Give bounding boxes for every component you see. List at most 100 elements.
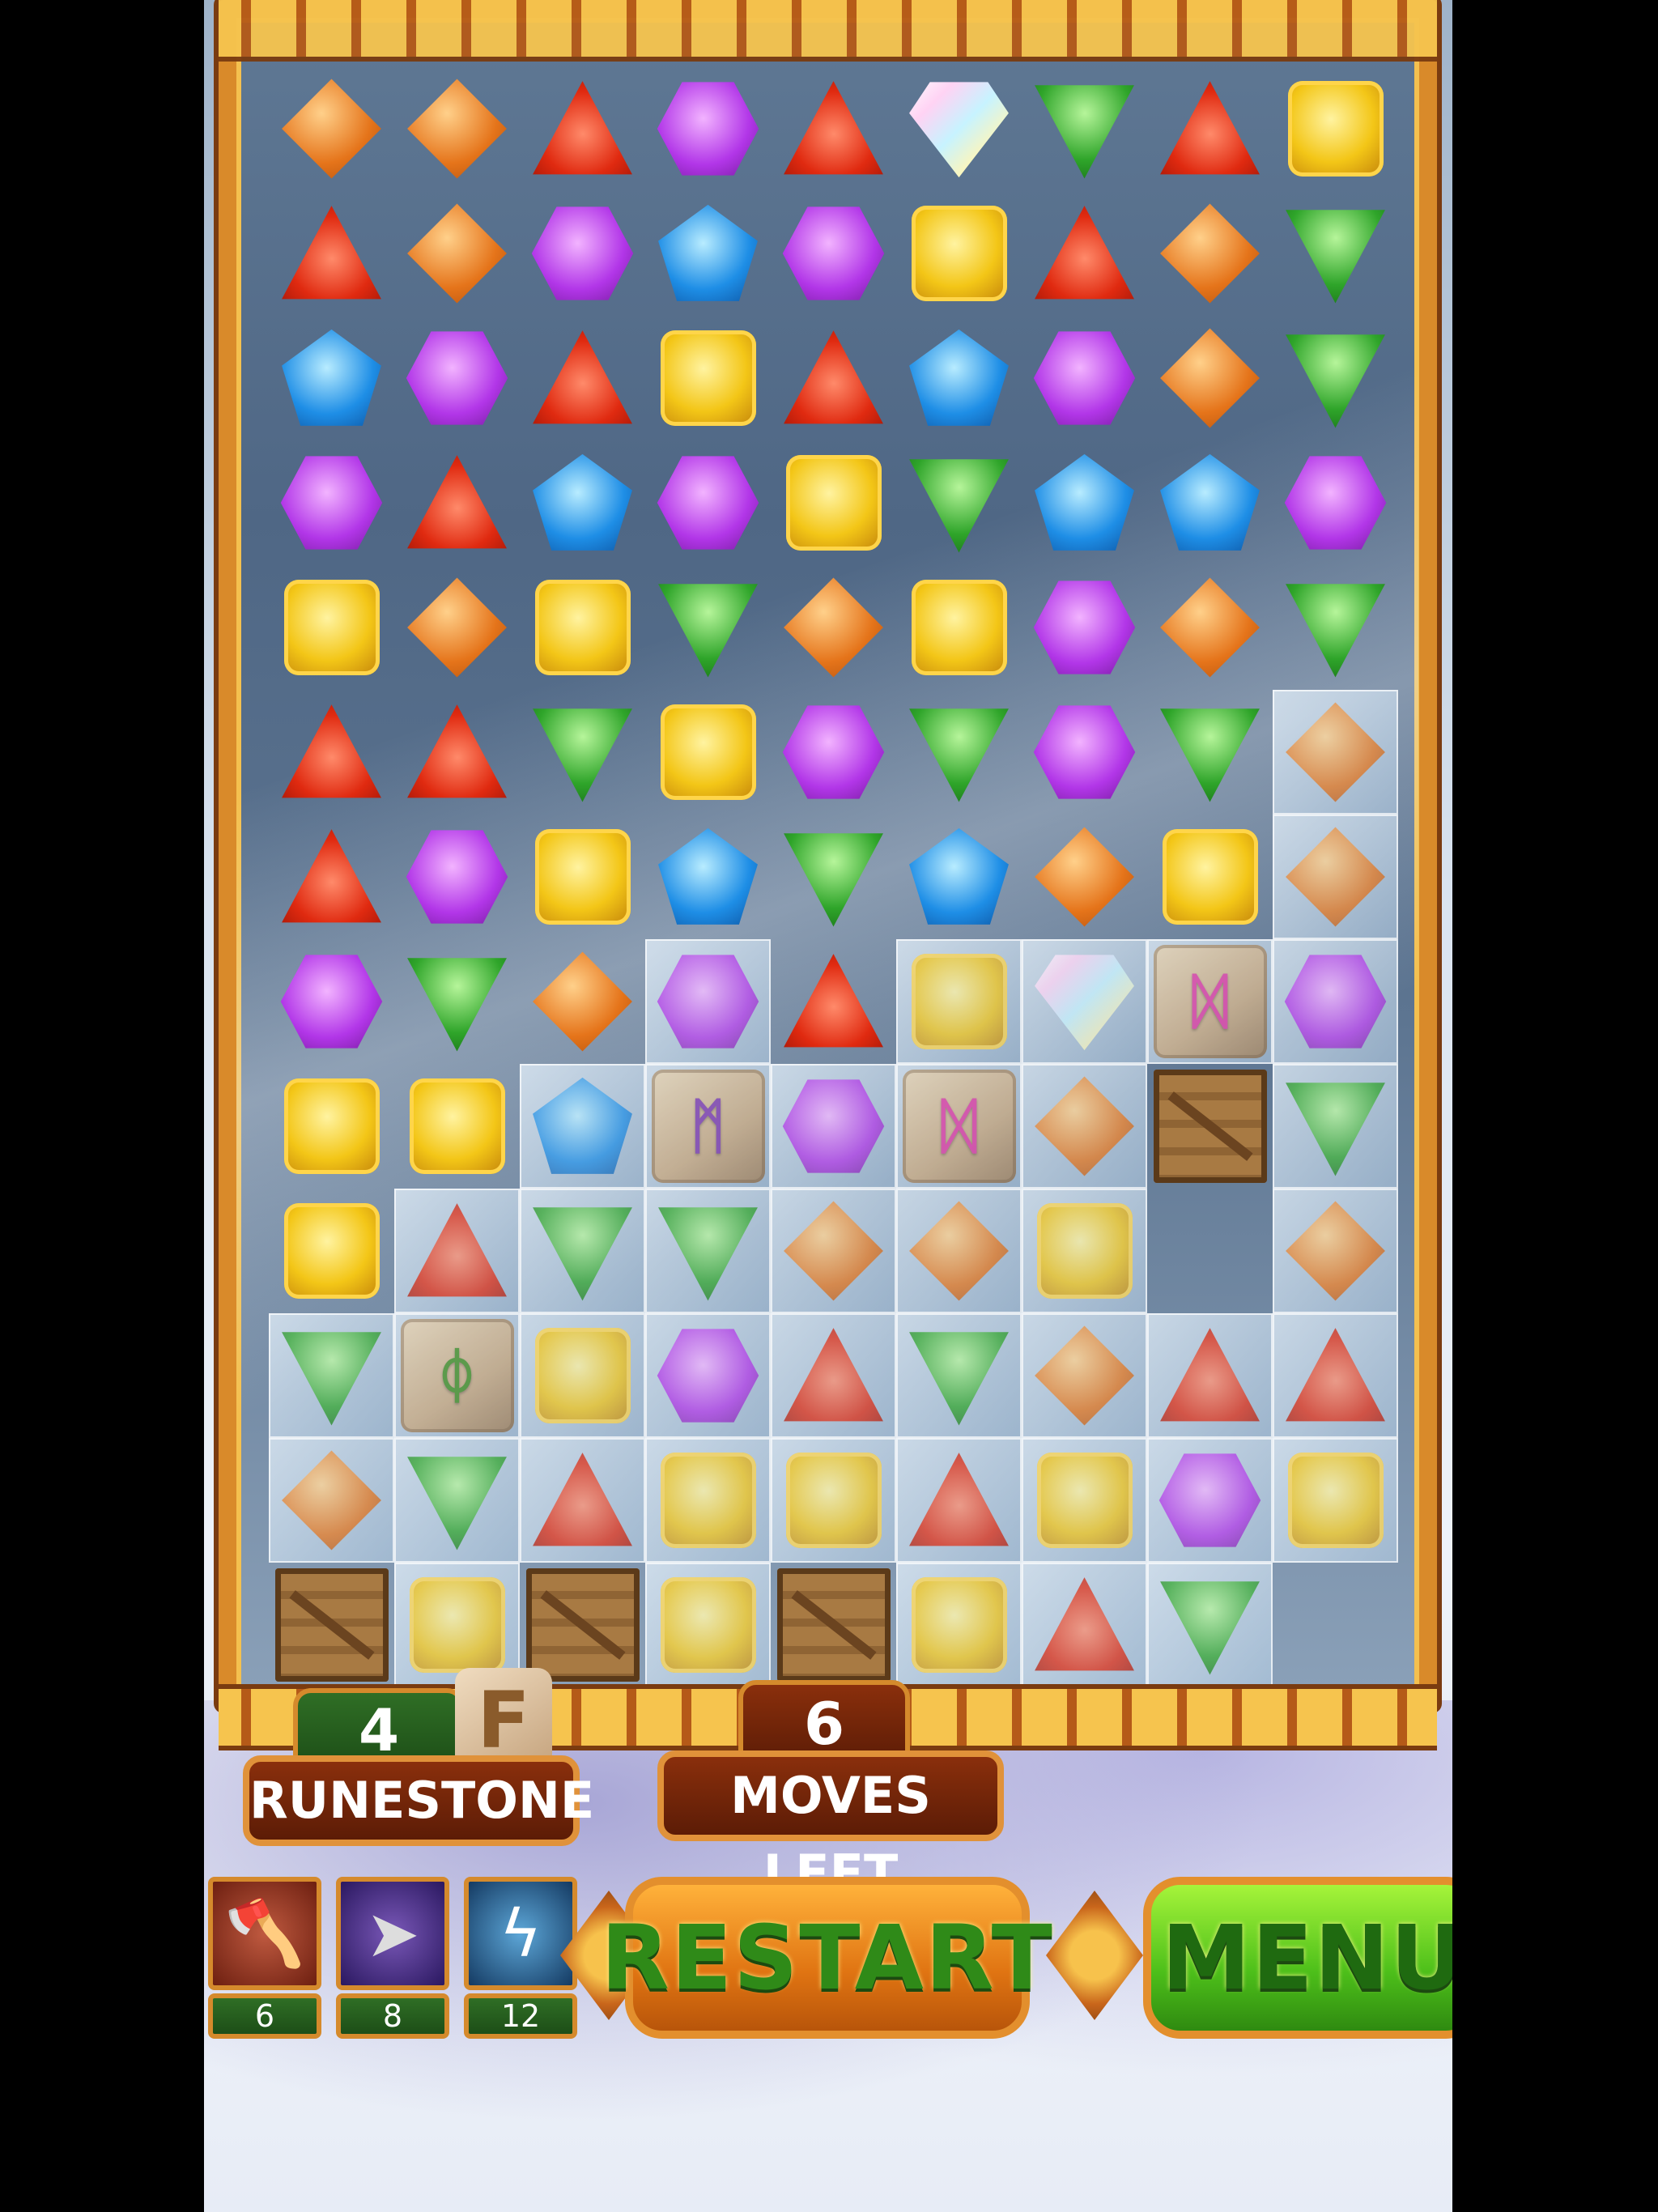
board-cell[interactable] [1022,66,1147,191]
board-cell[interactable] [269,191,394,316]
board-cell[interactable] [896,316,1022,440]
ice-cell[interactable] [896,1189,1022,1313]
board-cell[interactable] [1273,440,1398,565]
board-cell[interactable] [269,939,394,1064]
board-cell[interactable] [520,316,645,440]
board-cell[interactable] [896,565,1022,690]
board-cell[interactable] [645,565,771,690]
ice-cell[interactable]: ᛰ [394,1313,520,1438]
board-cell[interactable] [771,66,896,191]
board-cell[interactable] [1022,440,1147,565]
board-cell[interactable] [1022,690,1147,815]
board-cell[interactable] [771,191,896,316]
board-cell[interactable] [520,440,645,565]
ice-cell[interactable] [896,1438,1022,1563]
board-cell[interactable] [394,191,520,316]
ice-cell[interactable] [520,1189,645,1313]
ice-cell[interactable] [1022,1189,1147,1313]
board-cell[interactable] [1273,316,1398,440]
board-cell[interactable] [269,815,394,939]
board-cell[interactable] [394,939,520,1064]
ice-cell[interactable] [1022,1438,1147,1563]
ice-cell[interactable] [269,1313,394,1438]
board-cell[interactable] [771,939,896,1064]
board-cell[interactable] [269,1064,394,1189]
ice-cell[interactable] [1273,690,1398,815]
ice-cell[interactable] [1022,1313,1147,1438]
board-cell[interactable] [269,565,394,690]
ice-cell[interactable] [520,1438,645,1563]
ice-cell[interactable] [1273,1064,1398,1189]
board-cell[interactable] [269,1563,394,1687]
arrow-powerup[interactable]: ➤ 8 [336,1877,449,2044]
ice-cell[interactable] [520,1313,645,1438]
ice-cell[interactable]: ᛞ [1147,939,1273,1064]
board-cell[interactable] [1147,66,1273,191]
board-cell[interactable] [771,690,896,815]
board-cell[interactable] [645,815,771,939]
ice-cell[interactable] [1022,939,1147,1064]
ice-cell[interactable] [645,1563,771,1687]
board-cell[interactable] [394,690,520,815]
ice-cell[interactable] [394,1189,520,1313]
board-cell[interactable] [520,565,645,690]
board-cell[interactable] [1147,316,1273,440]
board-cell[interactable] [645,690,771,815]
board-cell[interactable] [520,815,645,939]
ice-cell[interactable] [896,1563,1022,1687]
ice-cell[interactable] [1022,1064,1147,1189]
board-cell[interactable] [1273,565,1398,690]
ice-cell[interactable] [645,939,771,1064]
board-cell[interactable] [896,191,1022,316]
ice-cell[interactable]: ᛞ [896,1064,1022,1189]
board-cell[interactable] [394,440,520,565]
ice-cell[interactable]: ᛗ [645,1064,771,1189]
ice-cell[interactable] [771,1189,896,1313]
board-cell[interactable] [645,191,771,316]
board-cell[interactable] [520,66,645,191]
ice-cell[interactable] [1147,1438,1273,1563]
lightning-powerup[interactable]: ϟ 12 [464,1877,577,2044]
board-cell[interactable] [771,316,896,440]
board-cell[interactable] [394,66,520,191]
board-cell[interactable] [771,440,896,565]
ice-cell[interactable] [1273,939,1398,1064]
board-cell[interactable] [1273,191,1398,316]
ice-cell[interactable] [645,1189,771,1313]
board-cell[interactable] [394,815,520,939]
ice-cell[interactable] [645,1313,771,1438]
ice-cell[interactable] [520,1064,645,1189]
ice-cell[interactable] [1022,1563,1147,1687]
board-cell[interactable] [269,440,394,565]
ice-cell[interactable] [1273,1313,1398,1438]
gem-grid[interactable]: ᛞ ᛗ ᛞ ᛰ [269,66,1398,1687]
board-cell[interactable] [269,66,394,191]
board-cell[interactable] [1147,440,1273,565]
ice-cell[interactable] [771,1438,896,1563]
board-cell[interactable] [896,690,1022,815]
board-cell[interactable] [771,1563,896,1687]
board-cell[interactable] [645,316,771,440]
board-cell[interactable] [520,191,645,316]
board-cell[interactable] [394,565,520,690]
board-cell[interactable] [1147,565,1273,690]
board-cell[interactable] [771,565,896,690]
board-cell[interactable] [1022,191,1147,316]
menu-button[interactable]: MENU [1143,1877,1452,2039]
ice-cell[interactable] [269,1438,394,1563]
board-cell[interactable] [896,815,1022,939]
board-cell[interactable] [645,66,771,191]
board-cell[interactable] [1022,316,1147,440]
ice-cell[interactable] [896,1313,1022,1438]
board-cell[interactable] [1147,815,1273,939]
ice-cell[interactable] [1273,1189,1398,1313]
board-cell[interactable] [394,316,520,440]
ice-cell[interactable] [394,1438,520,1563]
board-cell[interactable] [520,939,645,1064]
axe-powerup[interactable]: 🪓 6 [208,1877,321,2044]
ice-cell[interactable] [1147,1563,1273,1687]
board-cell[interactable] [520,690,645,815]
ice-cell[interactable] [1147,1313,1273,1438]
ice-cell[interactable] [1273,1438,1398,1563]
ice-cell[interactable] [771,1313,896,1438]
